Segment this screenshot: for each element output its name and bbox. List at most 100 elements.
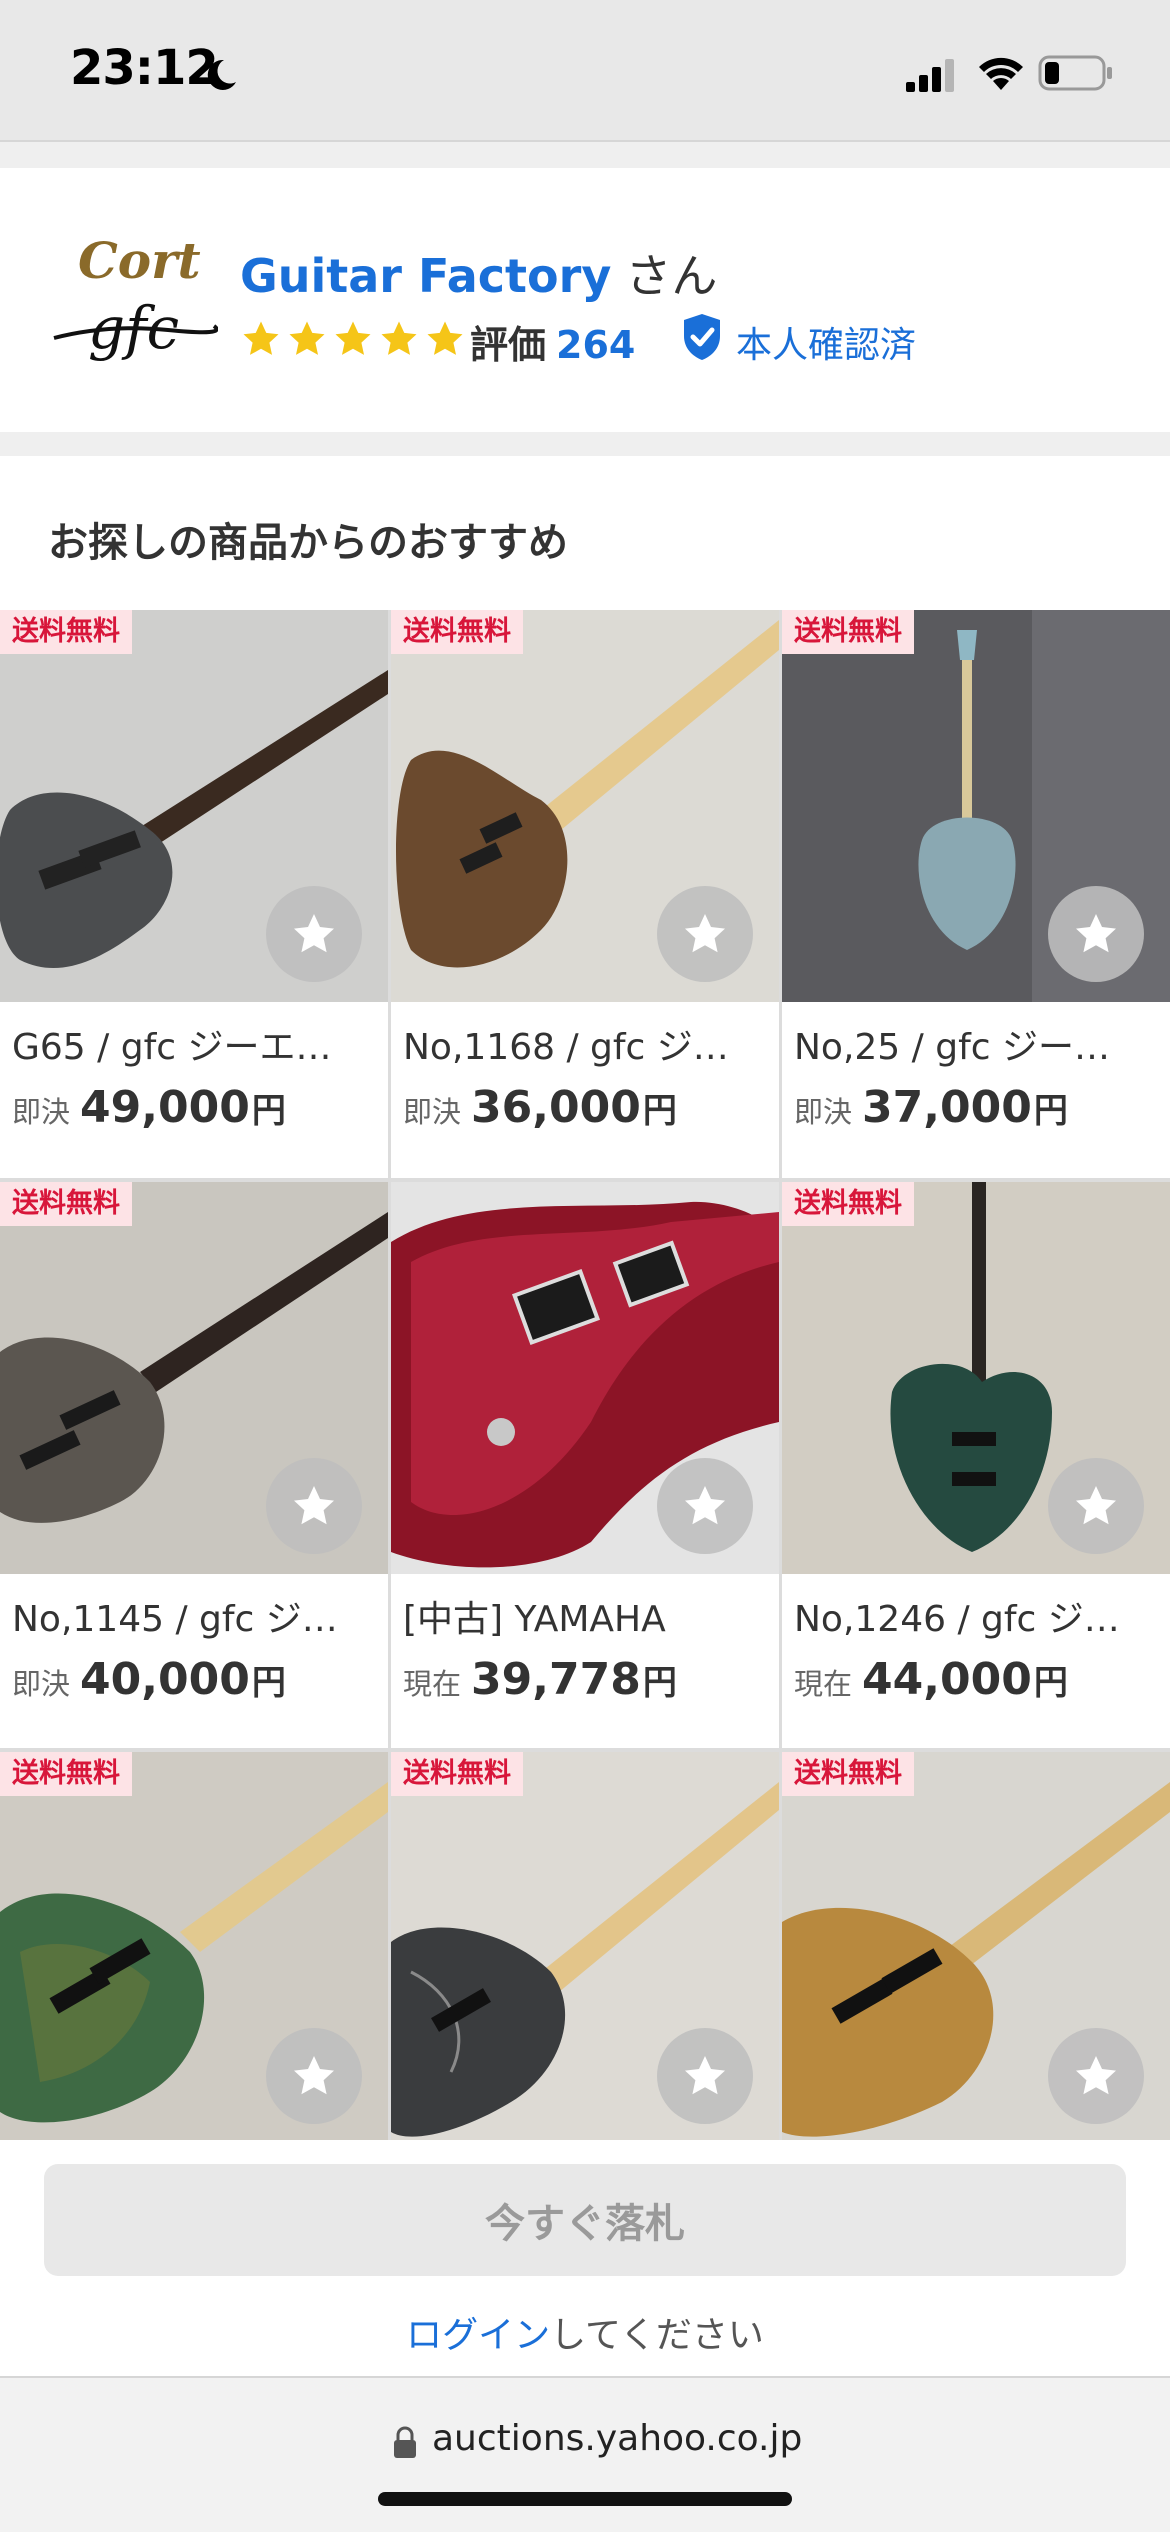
free-shipping-badge: 送料無料 xyxy=(782,1752,914,1796)
star-icon xyxy=(1076,1486,1116,1525)
watchlist-button[interactable] xyxy=(657,2028,753,2124)
verified-label: 本人確認済 xyxy=(736,325,917,366)
product-card[interactable]: 送料無料 No,1246 / gfc ジーエフシー 現在 44,000円 xyxy=(782,1182,1170,1748)
product-title[interactable]: No,1168 / gfc ジーエフシー xyxy=(403,1018,743,1070)
price-type: 即決 xyxy=(12,1667,71,1701)
rating[interactable]: 評価 264 xyxy=(470,314,635,369)
login-prompt: ログインしてください xyxy=(0,2306,1170,2358)
star-icon xyxy=(685,1486,725,1525)
product-card[interactable]: 送料無料 No,25 / gfc ジーエフシー 即決 37,000円 xyxy=(782,610,1170,1178)
rating-label: 評価 xyxy=(470,323,547,367)
price-value: 37,000 xyxy=(862,1082,1032,1133)
price-currency: 円 xyxy=(251,1663,286,1703)
battery-icon xyxy=(1038,55,1112,91)
watchlist-button[interactable] xyxy=(266,2028,362,2124)
product-image[interactable]: 送料無料 xyxy=(0,610,388,1002)
price-currency: 円 xyxy=(642,1663,677,1703)
product-title[interactable]: [中古] YAMAHA xyxy=(403,1590,743,1642)
free-shipping-badge: 送料無料 xyxy=(0,1752,132,1796)
seller-name-text[interactable]: Guitar Factory xyxy=(240,249,611,303)
watchlist-button[interactable] xyxy=(266,1458,362,1554)
rating-stars xyxy=(240,318,466,362)
price-value: 39,778 xyxy=(471,1654,641,1705)
product-card[interactable]: 送料無料 xyxy=(782,1752,1170,2140)
login-suffix: してください xyxy=(550,2315,764,2356)
seller-logo[interactable]: Cort gfc xyxy=(48,220,218,380)
product-image[interactable]: 送料無料 xyxy=(0,1752,388,2140)
signal-icon xyxy=(906,59,954,92)
star-icon xyxy=(1076,2056,1116,2095)
rating-count[interactable]: 264 xyxy=(556,323,635,367)
browser-url-bar[interactable]: auctions.yahoo.co.jp xyxy=(0,2376,1170,2532)
product-image[interactable]: 送料無料 xyxy=(782,1182,1170,1574)
product-title[interactable]: No,1145 / gfc ジーエフシー xyxy=(12,1590,352,1642)
status-time: 23:12 xyxy=(70,40,219,96)
seller-name[interactable]: Guitar Factory さん xyxy=(240,240,717,306)
price-type: 即決 xyxy=(12,1095,71,1129)
wifi-icon xyxy=(979,57,1023,90)
watchlist-button[interactable] xyxy=(1048,2028,1144,2124)
price-value: 44,000 xyxy=(862,1654,1032,1705)
star-icon xyxy=(335,321,371,355)
price-currency: 円 xyxy=(1033,1663,1068,1703)
product-card[interactable]: 送料無料 No,1145 / gfc ジーエフシー 即決 40,000円 xyxy=(0,1182,388,1748)
verified-shield-icon xyxy=(684,314,720,360)
watchlist-button[interactable] xyxy=(657,886,753,982)
product-image[interactable]: 送料無料 xyxy=(782,1752,1170,2140)
star-icon xyxy=(289,321,325,355)
watchlist-button[interactable] xyxy=(266,886,362,982)
price-row: 現在 44,000円 xyxy=(794,1654,1068,1705)
star-icon xyxy=(427,321,463,355)
url-text[interactable]: auctions.yahoo.co.jp xyxy=(432,2418,802,2459)
free-shipping-badge: 送料無料 xyxy=(782,610,914,654)
price-type: 現在 xyxy=(794,1667,853,1701)
product-card[interactable]: [中古] YAMAHA 現在 39,778円 xyxy=(391,1182,779,1748)
price-type: 即決 xyxy=(403,1095,462,1129)
star-icon xyxy=(294,914,334,953)
product-card[interactable]: 送料無料 xyxy=(0,1752,388,2140)
home-indicator[interactable] xyxy=(378,2492,792,2506)
watchlist-button[interactable] xyxy=(657,1458,753,1554)
login-link[interactable]: ログイン xyxy=(406,2315,550,2356)
free-shipping-badge: 送料無料 xyxy=(0,610,132,654)
product-card[interactable]: 送料無料 G65 / gfc ジーエフシー 即決 49,000円 xyxy=(0,610,388,1178)
product-image[interactable]: 送料無料 xyxy=(782,610,1170,1002)
price-row: 即決 36,000円 xyxy=(403,1082,677,1133)
seller-suffix: さん xyxy=(625,249,718,303)
price-type: 即決 xyxy=(794,1095,853,1129)
price-currency: 円 xyxy=(642,1091,677,1131)
free-shipping-badge: 送料無料 xyxy=(0,1182,132,1226)
star-icon xyxy=(381,321,417,355)
status-bar: 23:12 xyxy=(0,0,1170,142)
watchlist-button[interactable] xyxy=(1048,886,1144,982)
product-title[interactable]: No,1246 / gfc ジーエフシー xyxy=(794,1590,1134,1642)
price-value: 49,000 xyxy=(80,1082,250,1133)
divider xyxy=(0,432,1170,456)
price-value: 36,000 xyxy=(471,1082,641,1133)
product-image[interactable]: 送料無料 xyxy=(391,610,779,1002)
product-image[interactable] xyxy=(391,1182,779,1574)
price-currency: 円 xyxy=(1033,1091,1068,1131)
star-icon xyxy=(294,1486,334,1525)
product-image[interactable]: 送料無料 xyxy=(391,1752,779,2140)
product-card[interactable]: 送料無料 No,1168 / gfc ジーエフシー 即決 36,000円 xyxy=(391,610,779,1178)
price-row: 即決 37,000円 xyxy=(794,1082,1068,1133)
section-title: お探しの商品からのおすすめ xyxy=(48,520,568,566)
price-row: 即決 40,000円 xyxy=(12,1654,286,1705)
star-icon xyxy=(294,2056,334,2095)
star-icon xyxy=(1076,914,1116,953)
buy-now-button[interactable]: 今すぐ落札 xyxy=(44,2164,1126,2276)
star-icon xyxy=(685,2056,725,2095)
free-shipping-badge: 送料無料 xyxy=(391,610,523,654)
product-title[interactable]: G65 / gfc ジーエフシー xyxy=(12,1018,352,1070)
price-row: 現在 39,778円 xyxy=(403,1654,677,1705)
watchlist-button[interactable] xyxy=(1048,1458,1144,1554)
free-shipping-badge: 送料無料 xyxy=(782,1182,914,1226)
product-card[interactable]: 送料無料 xyxy=(391,1752,779,2140)
star-icon xyxy=(243,321,279,355)
divider xyxy=(0,142,1170,168)
price-row: 即決 49,000円 xyxy=(12,1082,286,1133)
product-image[interactable]: 送料無料 xyxy=(0,1182,388,1574)
product-title[interactable]: No,25 / gfc ジーエフシー xyxy=(794,1018,1134,1070)
seller-header[interactable]: Cort gfc Guitar Factory さん 評価 264 本人確認済 xyxy=(0,168,1170,432)
